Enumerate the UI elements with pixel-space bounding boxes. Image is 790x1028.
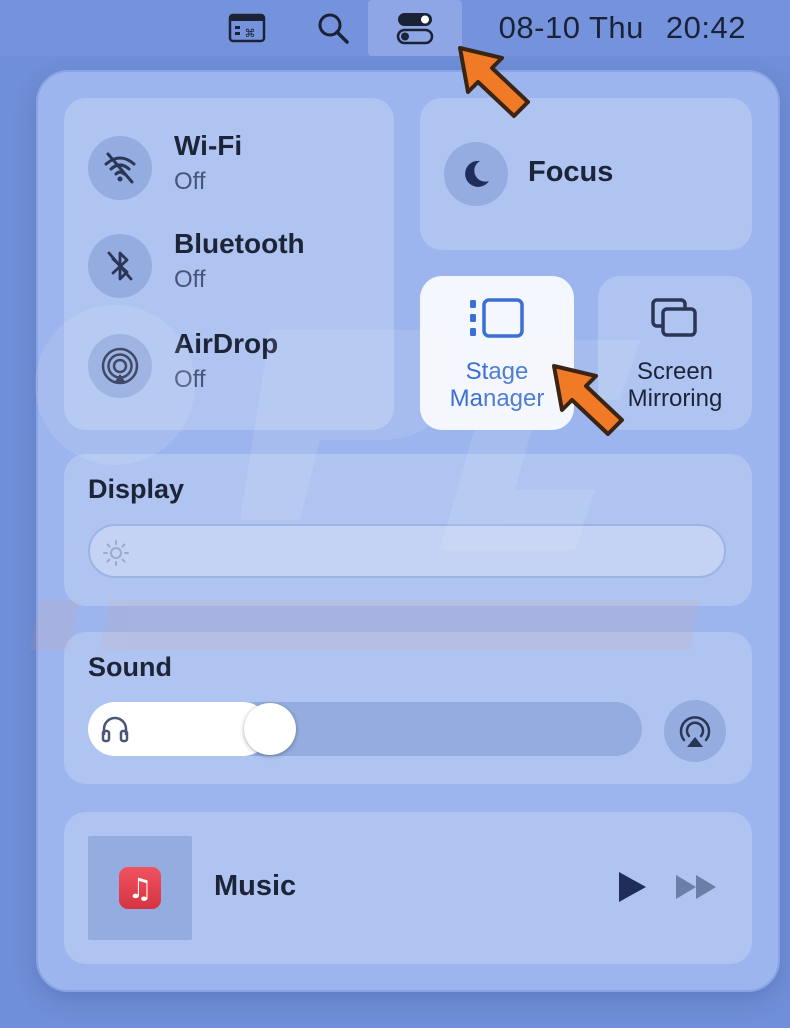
- svg-text:⌘: ⌘: [245, 27, 256, 40]
- screen-mirroring-icon: [598, 296, 752, 340]
- volume-knob[interactable]: [244, 703, 297, 755]
- airplay-audio-icon[interactable]: [664, 700, 726, 762]
- bluetooth-status: Off: [174, 266, 206, 293]
- menu-bar: ⌘ 08-10 Thu 20:42: [0, 0, 790, 56]
- control-center-icon[interactable]: [368, 0, 462, 56]
- brightness-sun-icon: [102, 539, 130, 572]
- wifi-off-icon[interactable]: [88, 136, 152, 200]
- connectivity-tile: Wi-Fi Off Bluetooth Off AirDrop Off: [64, 98, 394, 430]
- wifi-label: Wi-Fi: [174, 130, 243, 161]
- screen-mirroring-label-line1: Screen: [636, 358, 714, 385]
- menu-bar-date: 08-10 Thu: [498, 10, 644, 45]
- control-center-panel: Wi-Fi Off Bluetooth Off AirDrop Off Focu…: [38, 72, 778, 990]
- airdrop-icon[interactable]: [88, 334, 152, 398]
- stage-manager-label: Stage Manager: [420, 358, 574, 412]
- focus-label: Focus: [528, 156, 614, 188]
- bluetooth-off-icon[interactable]: [88, 234, 152, 298]
- headphones-icon: [100, 715, 130, 748]
- screen-mirroring-label-line2: Mirroring: [627, 385, 723, 412]
- airdrop-status: Off: [174, 366, 206, 393]
- volume-slider[interactable]: [88, 702, 642, 756]
- airdrop-row[interactable]: AirDrop Off: [88, 326, 388, 406]
- stage-manager-label-line1: Stage: [465, 358, 529, 385]
- sound-title: Sound: [88, 652, 172, 682]
- focus-tile[interactable]: Focus: [420, 98, 752, 250]
- search-icon[interactable]: [308, 0, 358, 56]
- now-playing-label: Music: [214, 870, 297, 902]
- wifi-row[interactable]: Wi-Fi Off: [88, 128, 388, 208]
- display-title: Display: [88, 474, 185, 504]
- music-app-icon: ♫: [119, 867, 161, 909]
- screen-mirroring-tile[interactable]: Screen Mirroring: [598, 276, 752, 430]
- stage-manager-tile[interactable]: Stage Manager: [420, 276, 574, 430]
- wifi-status: Off: [174, 168, 206, 195]
- screen-mirroring-label: Screen Mirroring: [598, 358, 752, 412]
- menu-bar-time: 20:42: [665, 10, 746, 45]
- brightness-slider[interactable]: [88, 524, 726, 578]
- sound-tile: Sound: [64, 632, 752, 784]
- album-art: ♫: [88, 836, 192, 940]
- play-icon[interactable]: [616, 870, 648, 909]
- menu-bar-clock[interactable]: 08-10 Thu 20:42: [499, 0, 746, 56]
- fast-forward-icon[interactable]: [674, 872, 720, 907]
- airdrop-label: AirDrop: [174, 328, 279, 359]
- bluetooth-label: Bluetooth: [174, 228, 305, 259]
- now-playing-tile[interactable]: ♫ Music: [64, 812, 752, 964]
- display-tile: Display: [64, 454, 752, 606]
- keyboard-viewer-icon[interactable]: ⌘: [222, 0, 272, 56]
- moon-icon: [444, 142, 508, 206]
- stage-manager-label-line2: Manager: [449, 385, 545, 412]
- bluetooth-row[interactable]: Bluetooth Off: [88, 226, 388, 306]
- stage-manager-icon: [420, 296, 574, 340]
